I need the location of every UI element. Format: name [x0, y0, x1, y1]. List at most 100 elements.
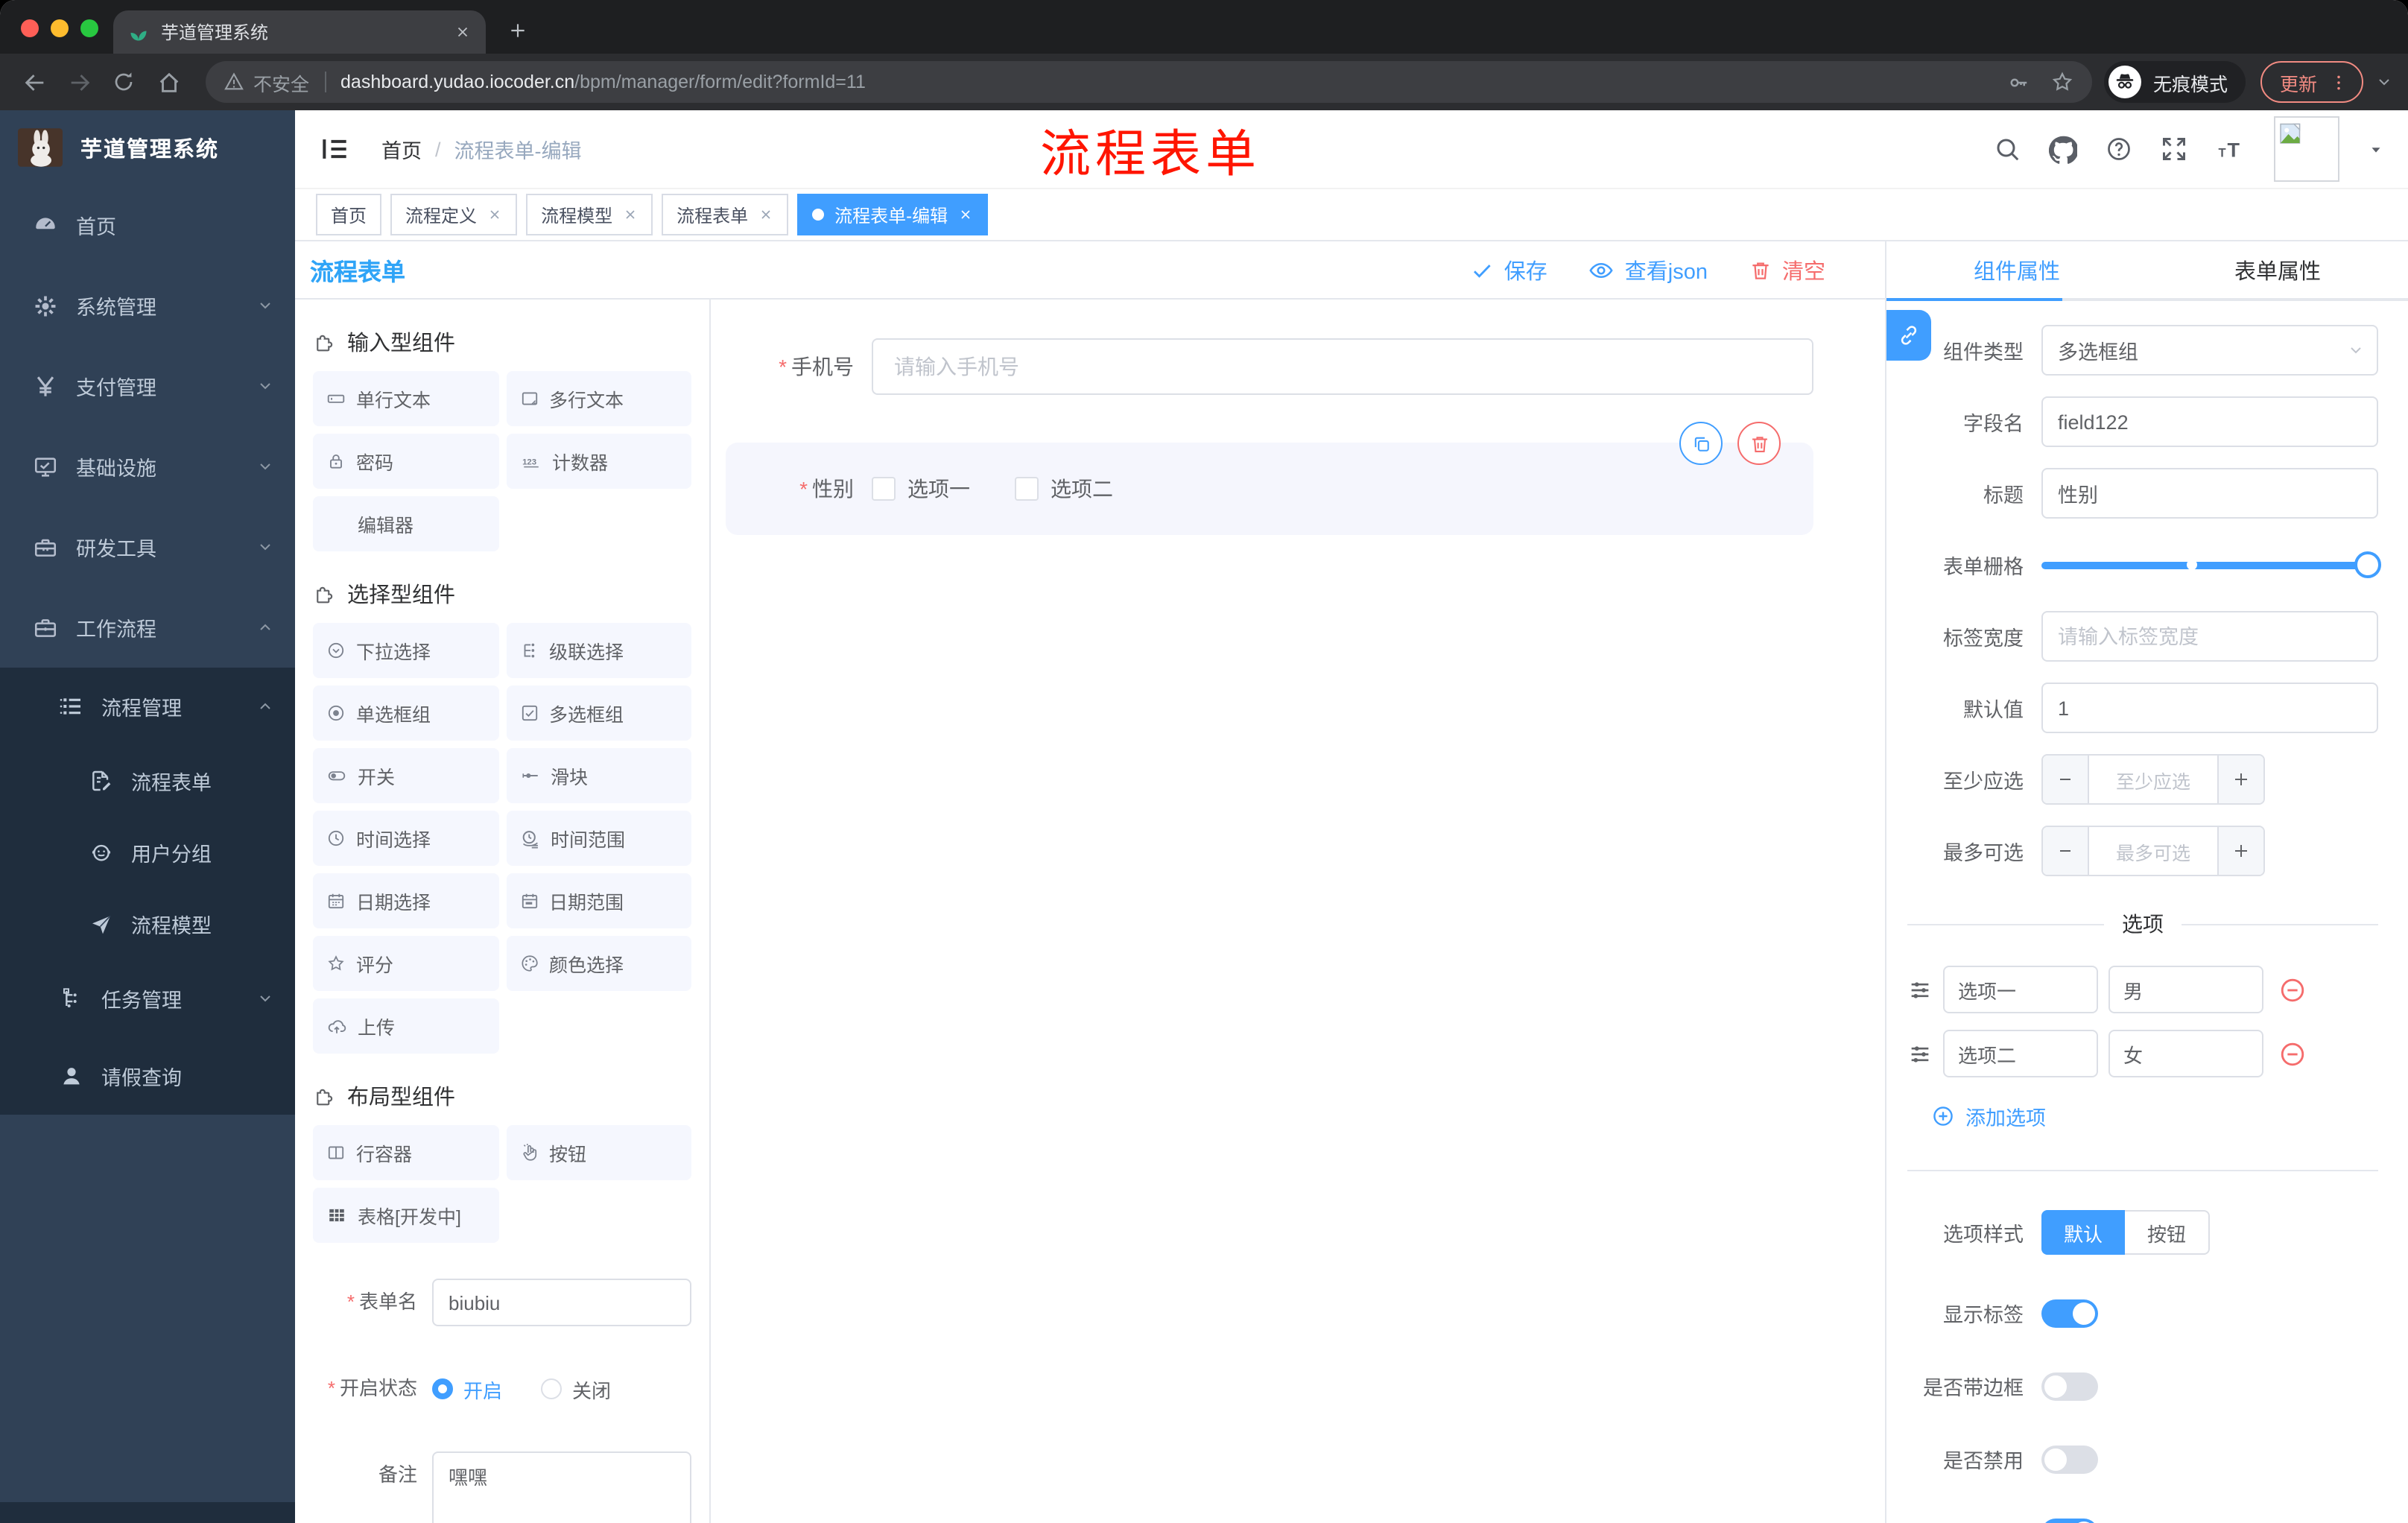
- label-width-input[interactable]: [2041, 611, 2378, 662]
- tag-close-icon[interactable]: [758, 207, 773, 222]
- canvas-field-gender-selected[interactable]: * 性别 选项一 选项二: [726, 422, 1813, 535]
- reload-button[interactable]: [104, 63, 143, 101]
- component-slider[interactable]: 滑块: [506, 748, 691, 803]
- back-button[interactable]: [15, 63, 54, 101]
- fullscreen-icon[interactable]: [2161, 136, 2187, 162]
- field-name-input[interactable]: [2041, 396, 2378, 447]
- sidebar-item-process-model[interactable]: 流程模型: [0, 888, 295, 960]
- component-row-container[interactable]: 行容器: [313, 1125, 498, 1180]
- save-button[interactable]: 保存: [1471, 254, 1547, 285]
- option-label-input[interactable]: [1943, 966, 2098, 1013]
- component-editor[interactable]: 编辑器: [313, 496, 498, 551]
- style-default-button[interactable]: 默认: [2041, 1210, 2126, 1255]
- component-date-picker[interactable]: 日期选择: [313, 873, 498, 928]
- component-time-range[interactable]: 时间范围: [506, 811, 691, 866]
- component-cascader[interactable]: 级联选择: [506, 623, 691, 678]
- with-border-toggle[interactable]: [2041, 1372, 2098, 1400]
- form-canvas[interactable]: * 手机号 请输入手机号 * 性别 选项一 选项二: [711, 300, 1885, 1523]
- data-binding-link-button[interactable]: [1886, 310, 1931, 361]
- stepper-placeholder[interactable]: 至少应选: [2089, 756, 2217, 803]
- sidebar-item-leave-query[interactable]: 请假查询: [0, 1037, 295, 1115]
- component-switch[interactable]: 开关: [313, 748, 498, 803]
- toolbar-chevron-icon[interactable]: [2375, 73, 2393, 91]
- component-rate[interactable]: 评分: [313, 936, 498, 991]
- component-type-select[interactable]: 多选框组: [2041, 325, 2378, 376]
- sidebar-item-system[interactable]: 系统管理: [0, 265, 295, 346]
- gender-option-2[interactable]: 选项二: [1015, 474, 1113, 504]
- tag-close-icon[interactable]: [623, 207, 638, 222]
- avatar-caret-icon[interactable]: [2368, 141, 2384, 157]
- component-upload[interactable]: 上传: [313, 998, 498, 1054]
- tab-component-props[interactable]: 组件属性: [1886, 241, 2147, 298]
- sidebar-item-task-mgmt[interactable]: 任务管理: [0, 960, 295, 1037]
- form-remark-textarea[interactable]: 嘿嘿: [432, 1451, 691, 1523]
- style-button-button[interactable]: 按钮: [2125, 1210, 2211, 1255]
- disabled-toggle[interactable]: [2041, 1445, 2098, 1473]
- minimize-window-button[interactable]: [51, 19, 69, 37]
- component-checkbox-group[interactable]: 多选框组: [506, 685, 691, 741]
- home-button[interactable]: [149, 63, 188, 101]
- tag-close-icon[interactable]: [487, 207, 502, 222]
- sidebar-item-devtools[interactable]: 研发工具: [0, 507, 295, 587]
- sidebar-item-workflow[interactable]: 工作流程: [0, 587, 295, 668]
- status-radio-off[interactable]: 关闭: [541, 1375, 611, 1403]
- collapse-sidebar-icon[interactable]: [319, 133, 352, 165]
- remove-option-button[interactable]: [2278, 1039, 2307, 1068]
- slider-handle[interactable]: [2354, 551, 2381, 578]
- zoom-window-button[interactable]: [80, 19, 98, 37]
- form-grid-slider[interactable]: [2041, 539, 2381, 590]
- breadcrumb-home[interactable]: 首页: [381, 134, 422, 164]
- tag-process-form-edit[interactable]: 流程表单-编辑: [797, 194, 989, 235]
- tab-close-icon[interactable]: [454, 24, 471, 40]
- option-value-input[interactable]: [2108, 1030, 2263, 1077]
- sidebar-item-infra[interactable]: 基础设施: [0, 426, 295, 507]
- password-key-icon[interactable]: [2007, 71, 2030, 93]
- component-time-picker[interactable]: 时间选择: [313, 811, 498, 866]
- required-toggle[interactable]: [2041, 1518, 2098, 1523]
- tag-home[interactable]: 首页: [316, 194, 382, 235]
- canvas-field-phone[interactable]: * 手机号 请输入手机号: [726, 338, 1813, 395]
- component-color-picker[interactable]: 颜色选择: [506, 936, 691, 991]
- sidebar-item-home[interactable]: 首页: [0, 185, 295, 265]
- option-value-input[interactable]: [2108, 966, 2263, 1013]
- sidebar-item-user-group[interactable]: 用户分组: [0, 817, 295, 888]
- component-table-dev[interactable]: 表格[开发中]: [313, 1188, 498, 1243]
- remove-option-button[interactable]: [2278, 975, 2307, 1004]
- sidebar-item-payment[interactable]: 支付管理: [0, 346, 295, 426]
- clear-button[interactable]: 清空: [1749, 254, 1825, 285]
- stepper-decrease-button[interactable]: [2043, 756, 2089, 803]
- close-window-button[interactable]: [21, 19, 39, 37]
- stepper-increase-button[interactable]: [2217, 756, 2263, 803]
- title-input[interactable]: [2041, 468, 2378, 519]
- sidebar-item-process-form[interactable]: 流程表单: [0, 745, 295, 817]
- form-name-input[interactable]: [432, 1279, 691, 1326]
- show-label-toggle[interactable]: [2041, 1299, 2098, 1327]
- stepper-decrease-button[interactable]: [2043, 827, 2089, 875]
- drag-handle-icon[interactable]: [1907, 1041, 1933, 1066]
- component-single-line-text[interactable]: 单行文本: [313, 371, 498, 426]
- sidebar-item-process-mgmt[interactable]: 流程管理: [0, 668, 295, 745]
- component-password[interactable]: 密码: [313, 434, 498, 489]
- tag-process-definition[interactable]: 流程定义: [390, 194, 518, 235]
- status-radio-on[interactable]: 开启: [432, 1375, 502, 1403]
- stepper-increase-button[interactable]: [2217, 827, 2263, 875]
- component-date-range[interactable]: 日期范围: [506, 873, 691, 928]
- option-label-input[interactable]: [1943, 1030, 2098, 1077]
- component-button[interactable]: 按钮: [506, 1125, 691, 1180]
- browser-menu-dots-icon[interactable]: [2329, 72, 2348, 92]
- add-option-button[interactable]: 添加选项: [1931, 1101, 2378, 1131]
- browser-tab[interactable]: 芋道管理系统: [113, 10, 486, 54]
- gender-option-1[interactable]: 选项一: [872, 474, 970, 504]
- forward-button[interactable]: [60, 63, 98, 101]
- component-multi-line-text[interactable]: 多行文本: [506, 371, 691, 426]
- bookmark-star-icon[interactable]: [2050, 70, 2074, 94]
- avatar[interactable]: [2274, 116, 2339, 182]
- phone-field-input[interactable]: 请输入手机号: [872, 338, 1813, 395]
- checkbox-unchecked-icon[interactable]: [1015, 477, 1039, 501]
- address-bar[interactable]: 不安全 dashboard.yudao.iocoder.cn/bpm/manag…: [206, 61, 2092, 103]
- new-tab-button[interactable]: [498, 10, 536, 49]
- delete-component-button[interactable]: [1737, 422, 1781, 465]
- view-json-button[interactable]: 查看json: [1589, 254, 1708, 285]
- component-radio-group[interactable]: 单选框组: [313, 685, 498, 741]
- tag-close-icon[interactable]: [958, 207, 973, 222]
